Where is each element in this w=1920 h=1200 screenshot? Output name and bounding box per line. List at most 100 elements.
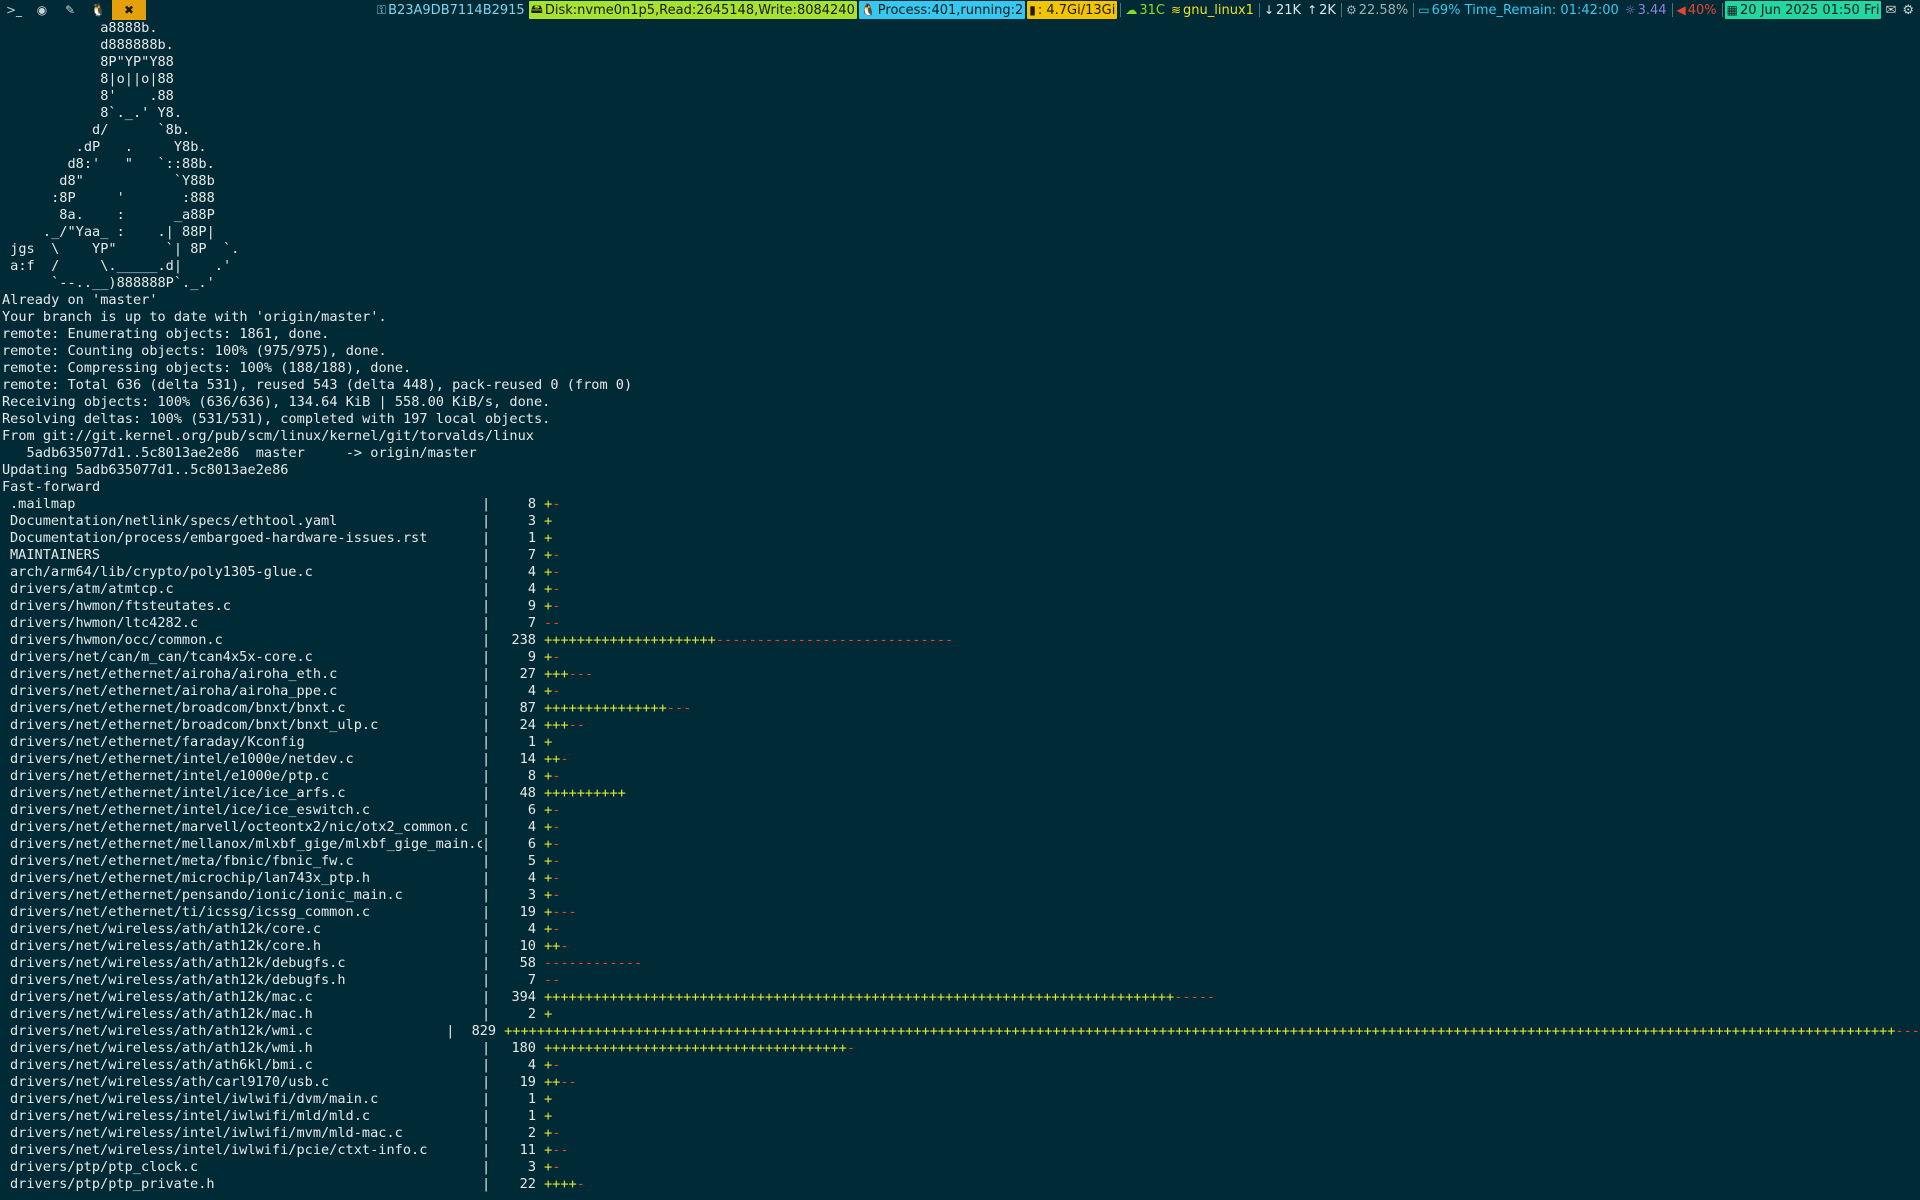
status-cpu-text: 22.58% [1358, 2, 1409, 18]
file-path: Documentation/process/embargoed-hardware… [10, 530, 428, 546]
change-count: 6 [527, 836, 536, 852]
status-date-text: 20 Jun 2025 01:50 Fri [1740, 2, 1880, 18]
deletions-bar: - [552, 1125, 561, 1141]
ascii-art-line: d8" `Y88b [2, 173, 215, 189]
deletions-bar: --- [666, 700, 692, 716]
change-count: 3 [527, 1159, 536, 1175]
ascii-art-line: 8`._.' Y8. [2, 105, 183, 121]
ascii-art-line: d8:' " `::88b. [2, 156, 215, 172]
status-down[interactable]: ↓ 21K [1262, 1, 1303, 19]
change-count: 9 [527, 649, 536, 665]
status-key[interactable]: ⚿ B23A9DB7114B2915 [375, 1, 527, 19]
status-load-text: 3.44 [1637, 2, 1667, 18]
ascii-art-line: 8|o||o|88 [2, 71, 174, 87]
workspace-5-button[interactable]: ✖ [112, 0, 146, 20]
file-path: drivers/hwmon/ltc4282.c [10, 615, 199, 631]
status-temp[interactable]: ☁ 31C [1123, 1, 1167, 19]
status-process[interactable]: 🐧 Process:401,running:2 [858, 1, 1026, 19]
status-divider [1258, 3, 1260, 17]
status-up[interactable]: ↑ 2K [1305, 1, 1338, 19]
insertions-bar: + [544, 581, 553, 597]
change-count: 3 [527, 513, 536, 529]
change-bar: +++++++++++++++++++++-------------------… [544, 632, 953, 649]
change-bar: + [544, 734, 552, 751]
change-count: 8 [527, 496, 536, 512]
insertions-bar: + [544, 1142, 553, 1158]
file-path: .mailmap [10, 496, 76, 512]
output-line: From git://git.kernel.org/pub/scm/linux/… [2, 428, 534, 444]
status-disk[interactable]: 🖴 Disk:nvme0n1p5,Read:2645148,Write:80842… [528, 1, 857, 19]
change-count: 10 [519, 938, 536, 954]
insertions-bar: ++ [544, 938, 561, 954]
change-count: 394 [511, 989, 536, 1005]
terminal-window[interactable]: a8888b. d888888b. 8P"YP"Y88 8|o||o|88 8'… [0, 20, 1920, 1200]
diffstat-row: drivers/net/wireless/ath/ath12k/core.c | 4… [0, 921, 1920, 938]
insertions-bar: +++++++++++++++ [544, 700, 667, 716]
workspace-4-button[interactable]: 🐧 [84, 0, 112, 20]
status-battery[interactable]: ▭ 69% Time_Remain: 01:42:00 [1416, 1, 1621, 19]
column-separator: | [482, 598, 491, 614]
workspace-2-button[interactable]: ◉ [28, 0, 56, 20]
insertions-bar: +++++++++++++++++++++++++++++++++++++ [544, 1040, 847, 1056]
change-bar: +++++++++++++++--- [544, 700, 691, 717]
change-count: 238 [511, 632, 536, 648]
status-divider [1413, 3, 1415, 17]
status-divider [1120, 3, 1122, 17]
diffstat-row: drivers/net/wireless/ath/ath12k/debugfs.… [0, 972, 1920, 989]
status-wifi[interactable]: ≋ gnu_linux1 [1169, 1, 1256, 19]
network-icon[interactable]: ⚙ [1900, 1, 1916, 19]
status-volume[interactable]: ◀ 40% [1675, 1, 1719, 19]
file-path: drivers/net/ethernet/intel/e1000e/ptp.c [10, 768, 330, 784]
change-count: 180 [511, 1040, 536, 1056]
change-bar: +- [544, 802, 560, 819]
wifi-icon: ≋ [1170, 3, 1182, 17]
change-count: 24 [519, 717, 536, 733]
status-memory[interactable]: ▮: 4.7Gi/13Gi [1027, 1, 1118, 19]
insertions-bar: + [544, 1125, 553, 1141]
diffstat-row: drivers/net/wireless/ath/ath12k/core.h | 1… [0, 938, 1920, 955]
deletions-bar: -- [552, 1142, 569, 1158]
status-load[interactable]: ☼ 3.44 [1623, 1, 1669, 19]
change-count: 7 [527, 972, 536, 988]
status-battery-text: 69% Time_Remain: 01:42:00 [1431, 2, 1619, 18]
mail-icon[interactable]: ✉ [1883, 1, 1898, 19]
deletions-bar: - [552, 921, 561, 937]
diffstat-row: drivers/net/ethernet/ti/icssg/icssg_comm… [0, 904, 1920, 921]
deletions-bar: - [552, 547, 561, 563]
change-bar: ++- [544, 751, 569, 768]
deletions-bar: - [552, 853, 561, 869]
file-path: drivers/net/ethernet/airoha/airoha_ppe.c [10, 683, 338, 699]
deletions-bar: - [576, 1176, 585, 1192]
change-count: 87 [519, 700, 536, 716]
file-path: drivers/net/ethernet/meta/fbnic/fbnic_fw… [10, 853, 354, 869]
workspace-1-button[interactable]: >_ [0, 0, 28, 20]
file-path: drivers/net/wireless/ath/ath12k/debugfs.… [10, 955, 346, 971]
terminal-icon: >_ [5, 3, 23, 17]
deletions-bar: - [552, 496, 561, 512]
insertions-bar: + [544, 530, 553, 546]
insertions-bar: + [544, 496, 553, 512]
workspace-3-button[interactable]: ✎ [56, 0, 84, 20]
change-bar: +- [544, 581, 560, 598]
column-separator: | [482, 1159, 491, 1175]
change-bar: +- [544, 853, 560, 870]
battery-icon: ▭ [1418, 3, 1430, 17]
insertions-bar: + [544, 836, 553, 852]
status-cpu[interactable]: ⚙ 22.58% [1344, 1, 1410, 19]
status-date[interactable]: ▦ 20 Jun 2025 01:50 Fri [1724, 1, 1882, 19]
insertions-bar: + [544, 564, 553, 580]
change-count: 4 [527, 683, 536, 699]
deletions-bar: - [846, 1040, 856, 1056]
change-count: 1 [527, 734, 536, 750]
insertions-bar: +++ [544, 717, 569, 733]
file-path: drivers/net/wireless/ath/carl9170/usb.c [10, 1074, 330, 1090]
change-count: 1 [527, 1108, 536, 1124]
file-path: drivers/net/wireless/ath/ath12k/wmi.c [10, 1023, 313, 1039]
change-count: 9 [527, 598, 536, 614]
column-separator: | [482, 853, 491, 869]
gear-icon: ⚙ [1345, 3, 1357, 17]
diffstat-row: drivers/net/ethernet/airoha/airoha_ppe.c… [0, 683, 1920, 700]
insertions-bar: + [544, 513, 553, 529]
deletions-bar: - [552, 581, 561, 597]
change-bar: ++- [544, 938, 569, 955]
